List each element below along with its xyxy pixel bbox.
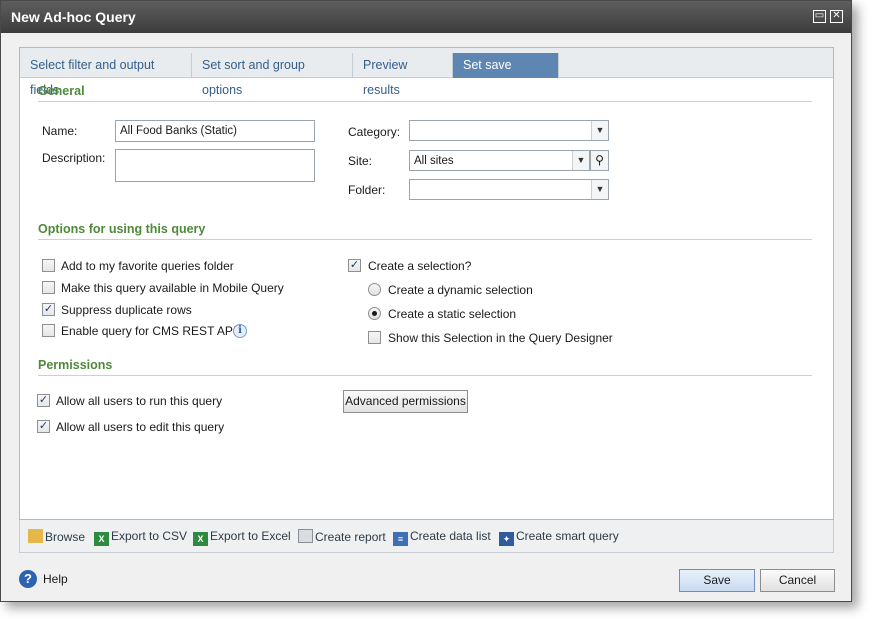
browse-button[interactable]: Browse: [28, 529, 85, 544]
chevron-down-icon[interactable]: ▼: [572, 151, 589, 170]
export-excel-label: Export to Excel: [210, 529, 291, 543]
cms-rest-api-label: Enable query for CMS REST API: [61, 324, 237, 338]
tab-set-save-options[interactable]: Set save options: [453, 53, 559, 97]
static-selection-radio[interactable]: [368, 307, 381, 320]
mobile-query-checkbox[interactable]: [42, 281, 55, 294]
category-label: Category:: [348, 125, 401, 139]
chevron-down-icon[interactable]: ▼: [591, 121, 608, 140]
create-data-list-label: Create data list: [410, 529, 491, 543]
data-list-icon: ≡: [393, 532, 408, 546]
options-divider: [38, 239, 812, 240]
edit-query-checkbox[interactable]: ✓: [37, 420, 50, 433]
general-section-title: General: [38, 84, 85, 98]
permissions-section-title: Permissions: [38, 358, 113, 372]
create-selection-checkbox[interactable]: ✓: [348, 259, 361, 272]
info-icon[interactable]: i: [233, 324, 247, 338]
excel-icon: X: [193, 532, 208, 546]
export-excel-button[interactable]: X Export to Excel: [193, 529, 291, 546]
add-favorites-label: Add to my favorite queries folder: [61, 259, 234, 273]
tab-sort-group[interactable]: Set sort and group options: [192, 53, 353, 97]
create-selection-label: Create a selection?: [368, 259, 472, 273]
csv-icon: X: [94, 532, 109, 546]
help-link[interactable]: Help: [43, 572, 68, 586]
folder-select[interactable]: ▼: [409, 179, 609, 200]
suppress-duplicates-label: Suppress duplicate rows: [61, 303, 192, 317]
new-adhoc-query-dialog: New Ad-hoc Query ▭ ✕ Select filter and o…: [0, 0, 852, 602]
report-icon: [298, 529, 313, 543]
export-csv-label: Export to CSV: [111, 529, 188, 543]
tab-preview-results[interactable]: Preview results: [353, 53, 453, 97]
category-select[interactable]: ▼: [409, 120, 609, 141]
site-select[interactable]: All sites ▼: [409, 150, 590, 171]
export-csv-button[interactable]: X Export to CSV: [94, 529, 187, 546]
name-label: Name:: [42, 124, 78, 138]
description-label: Description:: [42, 151, 106, 165]
action-toolbar: Browse X Export to CSV X Export to Excel C…: [19, 520, 834, 553]
title-bar: New Ad-hoc Query ▭ ✕: [1, 1, 851, 33]
tab-strip: Select filter and output fields Set sort…: [20, 48, 833, 97]
general-divider: [38, 101, 812, 102]
content-panel: Select filter and output fields Set sort…: [19, 47, 834, 520]
create-smart-query-button[interactable]: ✦ Create smart query: [499, 529, 619, 546]
create-data-list-button[interactable]: ≡ Create data list: [393, 529, 491, 546]
folder-icon: [28, 529, 43, 543]
edit-query-label: Allow all users to edit this query: [56, 420, 225, 434]
mobile-query-label: Make this query available in Mobile Quer…: [61, 281, 284, 295]
suppress-duplicates-checkbox[interactable]: ✓: [42, 303, 55, 316]
run-query-checkbox[interactable]: ✓: [37, 394, 50, 407]
create-smart-query-label: Create smart query: [516, 529, 619, 543]
options-section-title: Options for using this query: [38, 222, 206, 236]
dynamic-selection-label: Create a dynamic selection: [388, 283, 533, 297]
create-report-button[interactable]: Create report: [298, 529, 386, 544]
description-input[interactable]: [115, 149, 315, 182]
folder-label: Folder:: [348, 183, 386, 197]
search-icon[interactable]: ⚲: [590, 150, 609, 171]
tab-select-filter-output[interactable]: Select filter and output fields: [20, 53, 192, 97]
cancel-button[interactable]: Cancel: [760, 569, 835, 592]
name-input[interactable]: All Food Banks (Static): [115, 120, 315, 142]
advanced-permissions-button[interactable]: Advanced permissions: [343, 390, 468, 413]
add-favorites-checkbox[interactable]: [42, 259, 55, 272]
dynamic-selection-radio[interactable]: [368, 283, 381, 296]
show-in-designer-checkbox[interactable]: [368, 331, 381, 344]
site-value: All sites: [414, 155, 454, 167]
smart-query-icon: ✦: [499, 532, 514, 546]
create-report-label: Create report: [315, 530, 386, 544]
restore-icon[interactable]: ▭: [813, 10, 826, 23]
run-query-label: Allow all users to run this query: [56, 394, 223, 408]
chevron-down-icon[interactable]: ▼: [591, 180, 608, 199]
show-in-designer-label: Show this Selection in the Query Designe…: [388, 331, 613, 345]
dialog-title: New Ad-hoc Query: [11, 9, 136, 25]
close-icon[interactable]: ✕: [830, 10, 843, 23]
browse-label: Browse: [45, 530, 86, 544]
static-selection-label: Create a static selection: [388, 307, 517, 321]
help-icon[interactable]: ?: [19, 570, 37, 588]
site-label: Site:: [348, 154, 373, 168]
cms-rest-api-checkbox[interactable]: [42, 324, 55, 337]
permissions-divider: [38, 375, 812, 376]
save-button[interactable]: Save: [679, 569, 755, 592]
